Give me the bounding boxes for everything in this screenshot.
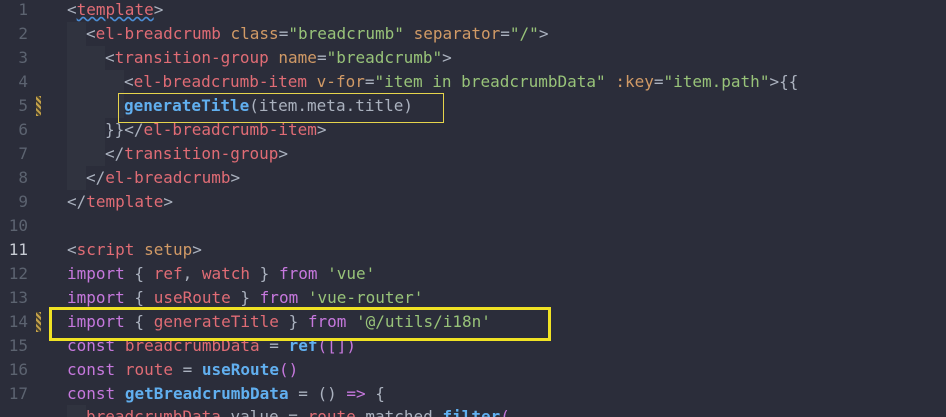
code-line-3[interactable]: 3 <transition-group name="breadcrumb">: [0, 46, 946, 70]
code-line-10[interactable]: 10: [0, 214, 946, 238]
code-text: <el-breadcrumb-item v-for="item in bread…: [124, 72, 799, 91]
indent-guide: [86, 70, 105, 94]
code-line-8[interactable]: 8 </el-breadcrumb>: [0, 166, 946, 190]
code-text: </template>: [67, 192, 173, 211]
code-line-4[interactable]: 4 <el-breadcrumb-item v-for="item in bre…: [0, 70, 946, 94]
code-line-1[interactable]: 1 <template>: [0, 0, 946, 22]
indent-guide: [67, 142, 86, 166]
line-number: 8: [18, 168, 28, 187]
line-number: 6: [18, 120, 28, 139]
code-text: import { generateTitle } from '@/utils/i…: [67, 312, 491, 331]
indent-guide: [86, 46, 105, 70]
indent-guide: [86, 118, 105, 142]
indent-guide: [67, 94, 86, 118]
code-text: const breadcrumbData = ref([]): [67, 336, 357, 355]
line-number: 5: [18, 96, 28, 115]
code-line-16[interactable]: 16 const route = useRoute(): [0, 358, 946, 382]
indent-guide: [67, 166, 86, 190]
code-line-12[interactable]: 12 import { ref, watch } from 'vue': [0, 262, 946, 286]
code-text: breadcrumbData.value = route.matched.fil…: [86, 407, 510, 417]
line-number: 16: [8, 360, 28, 379]
code-line-5[interactable]: 5 generateTitle(item.meta.title): [0, 94, 946, 118]
line-number: 9: [18, 192, 28, 211]
line-number: 17: [8, 384, 28, 403]
line-number: 15: [8, 336, 28, 355]
code-line-14[interactable]: 14 import { generateTitle } from '@/util…: [0, 310, 946, 334]
line-number: 13: [8, 288, 28, 307]
modified-line-marker: [36, 312, 41, 332]
line-number: 7: [18, 144, 28, 163]
code-editor[interactable]: 1 <template> 2 <el-breadcrumb class="bre…: [0, 0, 946, 417]
line-number: 11: [8, 240, 28, 259]
modified-line-marker: [36, 96, 41, 116]
code-text: </transition-group>: [105, 144, 289, 163]
code-line-2[interactable]: 2 <el-breadcrumb class="breadcrumb" sepa…: [0, 22, 946, 46]
code-line-13[interactable]: 13 import { useRoute } from 'vue-router': [0, 286, 946, 310]
code-line-6[interactable]: 6 }}</el-breadcrumb-item>: [0, 118, 946, 142]
code-text: import { useRoute } from 'vue-router': [67, 288, 424, 307]
code-text: generateTitle(item.meta.title): [124, 96, 414, 115]
line-number: 2: [18, 24, 28, 43]
code-text: const getBreadcrumbData = () => {: [67, 384, 385, 403]
code-line-9[interactable]: 9 </template>: [0, 190, 946, 214]
indent-guide: [67, 118, 86, 142]
indent-guide: [67, 46, 86, 70]
line-number: 3: [18, 48, 28, 67]
indent-guide: [105, 70, 124, 94]
indent-guide: [86, 94, 105, 118]
code-line-17[interactable]: 17 const getBreadcrumbData = () => {: [0, 382, 946, 406]
code-text: }}</el-breadcrumb-item>: [105, 120, 327, 139]
code-line-15[interactable]: 15 const breadcrumbData = ref([]): [0, 334, 946, 358]
line-number: 4: [18, 72, 28, 91]
indent-guide: [86, 142, 105, 166]
code-line-7[interactable]: 7 </transition-group>: [0, 142, 946, 166]
code-text: <el-breadcrumb class="breadcrumb" separa…: [86, 24, 549, 43]
line-number: 1: [18, 0, 28, 19]
code-text: <transition-group name="breadcrumb">: [105, 48, 452, 67]
code-line-18[interactable]: breadcrumbData.value = route.matched.fil…: [0, 405, 946, 417]
line-number: 14: [8, 312, 28, 331]
line-number: 10: [8, 216, 28, 235]
line-number: 12: [8, 264, 28, 283]
code-text: </el-breadcrumb>: [86, 168, 241, 187]
code-text: <script setup>: [67, 240, 202, 259]
code-text: const route = useRoute(): [67, 360, 299, 379]
indent-guide: [67, 405, 86, 417]
code-text: import { ref, watch } from 'vue': [67, 264, 376, 283]
indent-guide: [105, 94, 124, 118]
code-text: <template>: [67, 0, 164, 19]
code-line-11[interactable]: 11 <script setup>: [0, 238, 946, 262]
indent-guide: [67, 70, 86, 94]
indent-guide: [67, 22, 86, 46]
